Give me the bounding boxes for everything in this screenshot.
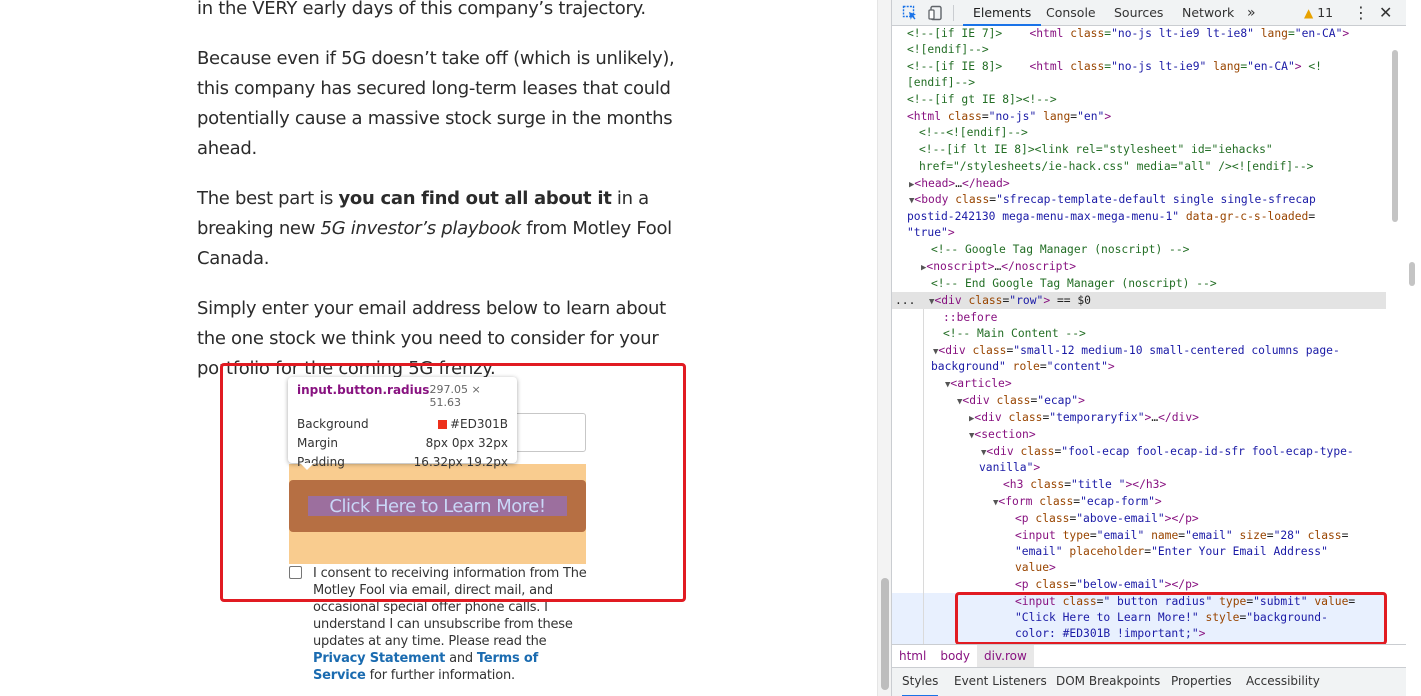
devtools-panel: Elements Console Sources Network » ▲ 11 … <box>891 0 1421 696</box>
close-icon[interactable]: ✕ <box>1379 0 1392 26</box>
warnings-badge[interactable]: ▲ 11 <box>1304 0 1333 26</box>
tab-console[interactable]: Console <box>1046 0 1096 26</box>
more-tabs-icon[interactable]: » <box>1247 0 1256 26</box>
window-edge-scrollbar[interactable] <box>1406 0 1421 696</box>
breadcrumb-body[interactable]: body <box>933 645 977 668</box>
tab-accessibility[interactable]: Accessibility <box>1246 668 1320 696</box>
tab-elements[interactable]: Elements <box>963 0 1042 26</box>
dom-tree: <!--[if IE 7]> <html class="no-js lt-ie9… <box>892 26 1386 644</box>
italic-text: 5G investor’s playbook <box>320 218 522 239</box>
highlight-box <box>220 363 686 602</box>
web-page: in the VERY early days of this company’s… <box>0 0 877 696</box>
breadcrumb: html body div.row <box>892 644 1421 668</box>
tab-network[interactable]: Network <box>1182 0 1234 26</box>
sidebar-tabs: Styles Event Listeners DOM Breakpoints P… <box>892 667 1421 696</box>
paragraph: in the VERY early days of this company’s… <box>197 0 646 19</box>
breadcrumb-html[interactable]: html <box>892 645 933 668</box>
page-scrollbar[interactable] <box>877 0 891 696</box>
article-body: in the VERY early days of this company’s… <box>197 0 687 404</box>
tab-properties[interactable]: Properties <box>1171 668 1232 696</box>
warning-icon: ▲ <box>1304 6 1314 20</box>
devtools-tabbar: Elements Console Sources Network » ▲ 11 … <box>892 0 1421 26</box>
highlight-box <box>955 592 1387 645</box>
kebab-menu-icon[interactable]: ⋮ <box>1353 0 1369 26</box>
tab-sources[interactable]: Sources <box>1114 0 1163 26</box>
inspect-element-icon[interactable] <box>902 5 918 21</box>
tab-event-listeners[interactable]: Event Listeners <box>954 668 1047 696</box>
paragraph: The best part is you can find out all ab… <box>197 188 672 269</box>
paragraph: Because even if 5G doesn’t take off (whi… <box>197 48 675 159</box>
dom-tree-scrollbar[interactable] <box>1388 26 1402 644</box>
breadcrumb-div-row[interactable]: div.row <box>977 644 1034 668</box>
privacy-link[interactable]: Privacy Statement <box>313 651 445 666</box>
device-toolbar-icon[interactable] <box>928 5 944 21</box>
bold-text: you can find out all about it <box>338 188 612 209</box>
tab-styles[interactable]: Styles <box>902 668 939 696</box>
tab-dom-breakpoints[interactable]: DOM Breakpoints <box>1056 668 1160 696</box>
